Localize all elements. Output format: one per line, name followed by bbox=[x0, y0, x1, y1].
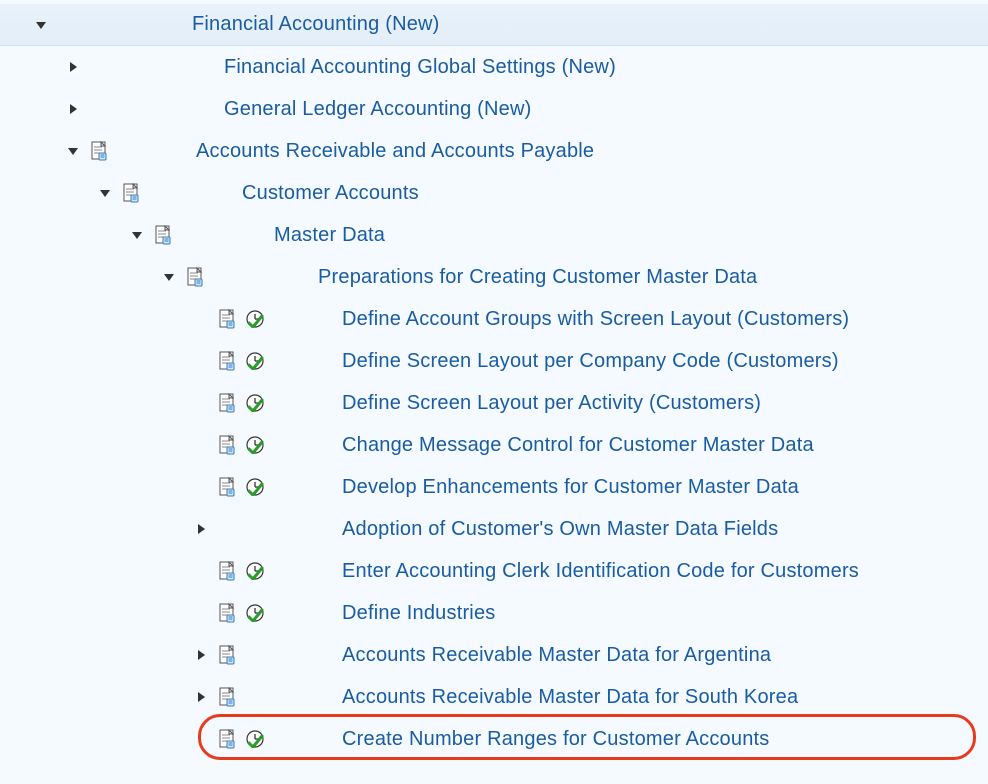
activity-clock-icon[interactable] bbox=[244, 392, 266, 414]
tree-node[interactable]: Adoption of Customer's Own Master Data F… bbox=[0, 508, 988, 550]
tree-node[interactable]: Financial Accounting Global Settings (Ne… bbox=[0, 46, 988, 88]
activity-clock-icon bbox=[244, 518, 266, 540]
activity-clock-icon[interactable] bbox=[244, 350, 266, 372]
tree-node-label[interactable]: Master Data bbox=[274, 224, 385, 247]
expand-arrow-icon[interactable] bbox=[30, 14, 52, 36]
activity-clock-icon[interactable] bbox=[244, 560, 266, 582]
document-icon bbox=[216, 644, 238, 666]
document-icon bbox=[216, 308, 238, 330]
expand-arrow-icon bbox=[190, 308, 212, 330]
tree-node[interactable]: Develop Enhancements for Customer Master… bbox=[0, 466, 988, 508]
tree-node-label[interactable]: Customer Accounts bbox=[242, 182, 419, 205]
expand-arrow-icon bbox=[190, 476, 212, 498]
tree-node-label[interactable]: Adoption of Customer's Own Master Data F… bbox=[342, 518, 778, 541]
tree-node[interactable]: General Ledger Accounting (New) bbox=[0, 88, 988, 130]
tree-node[interactable]: Change Message Control for Customer Mast… bbox=[0, 424, 988, 466]
document-icon bbox=[216, 476, 238, 498]
tree-node-label[interactable]: Define Screen Layout per Company Code (C… bbox=[342, 350, 839, 373]
tree-node-label[interactable]: Define Screen Layout per Activity (Custo… bbox=[342, 392, 761, 415]
tree-node-label[interactable]: Enter Accounting Clerk Identification Co… bbox=[342, 560, 859, 583]
tree-node[interactable]: Accounts Receivable Master Data for Arge… bbox=[0, 634, 988, 676]
activity-clock-icon bbox=[244, 686, 266, 708]
tree-node-label[interactable]: Preparations for Creating Customer Maste… bbox=[318, 266, 757, 289]
document-icon bbox=[120, 182, 142, 204]
tree-node[interactable]: Enter Accounting Clerk Identification Co… bbox=[0, 550, 988, 592]
tree-node[interactable]: Create Number Ranges for Customer Accoun… bbox=[0, 718, 988, 760]
expand-arrow-icon bbox=[190, 602, 212, 624]
document-icon bbox=[216, 518, 238, 540]
document-icon bbox=[216, 434, 238, 456]
expand-arrow-icon[interactable] bbox=[62, 140, 84, 162]
tree-node[interactable]: Master Data bbox=[0, 214, 988, 256]
tree-node[interactable]: Customer Accounts bbox=[0, 172, 988, 214]
expand-arrow-icon[interactable] bbox=[190, 518, 212, 540]
expand-arrow-icon[interactable] bbox=[94, 182, 116, 204]
tree-node-label[interactable]: Accounts Receivable Master Data for Arge… bbox=[342, 644, 771, 667]
expand-arrow-icon[interactable] bbox=[158, 266, 180, 288]
document-icon bbox=[216, 728, 238, 750]
document-icon bbox=[216, 602, 238, 624]
expand-arrow-icon bbox=[190, 434, 212, 456]
tree-node[interactable]: Define Screen Layout per Company Code (C… bbox=[0, 340, 988, 382]
tree-node-label[interactable]: Accounts Receivable Master Data for Sout… bbox=[342, 686, 798, 709]
tree-node-label[interactable]: Change Message Control for Customer Mast… bbox=[342, 434, 814, 457]
tree-node[interactable]: Define Screen Layout per Activity (Custo… bbox=[0, 382, 988, 424]
expand-arrow-icon bbox=[190, 728, 212, 750]
tree-node[interactable]: Define Industries bbox=[0, 592, 988, 634]
tree-node-label[interactable]: Create Number Ranges for Customer Accoun… bbox=[342, 728, 769, 751]
activity-clock-icon[interactable] bbox=[244, 308, 266, 330]
tree-node-label[interactable]: Define Industries bbox=[342, 602, 495, 625]
tree-node[interactable]: Accounts Receivable and Accounts Payable bbox=[0, 130, 988, 172]
expand-arrow-icon[interactable] bbox=[62, 56, 84, 78]
document-icon bbox=[216, 686, 238, 708]
activity-clock-icon bbox=[244, 644, 266, 666]
expand-arrow-icon bbox=[190, 560, 212, 582]
document-icon bbox=[152, 224, 174, 246]
img-tree: Financial Accounting (New) Financial Acc… bbox=[0, 0, 988, 784]
tree-node-label[interactable]: Financial Accounting (New) bbox=[192, 13, 440, 36]
document-icon bbox=[88, 140, 110, 162]
tree-node-label[interactable]: Accounts Receivable and Accounts Payable bbox=[196, 140, 594, 163]
tree-node[interactable]: Define Account Groups with Screen Layout… bbox=[0, 298, 988, 340]
expand-arrow-icon[interactable] bbox=[126, 224, 148, 246]
activity-clock-icon[interactable] bbox=[244, 602, 266, 624]
document-icon bbox=[184, 266, 206, 288]
tree-node-label[interactable]: Financial Accounting Global Settings (Ne… bbox=[224, 56, 616, 79]
tree-node[interactable]: Accounts Receivable Master Data for Sout… bbox=[0, 676, 988, 718]
expand-arrow-icon[interactable] bbox=[62, 98, 84, 120]
activity-clock-icon[interactable] bbox=[244, 728, 266, 750]
document-icon bbox=[216, 560, 238, 582]
tree-node-label[interactable]: General Ledger Accounting (New) bbox=[224, 98, 531, 121]
tree-node-root[interactable]: Financial Accounting (New) bbox=[0, 4, 988, 46]
expand-arrow-icon[interactable] bbox=[190, 644, 212, 666]
expand-arrow-icon[interactable] bbox=[190, 686, 212, 708]
tree-node-label[interactable]: Define Account Groups with Screen Layout… bbox=[342, 308, 849, 331]
expand-arrow-icon bbox=[190, 350, 212, 372]
expand-arrow-icon bbox=[190, 392, 212, 414]
tree-node-label[interactable]: Develop Enhancements for Customer Master… bbox=[342, 476, 799, 499]
document-icon bbox=[216, 350, 238, 372]
activity-clock-icon[interactable] bbox=[244, 434, 266, 456]
tree-node[interactable]: Preparations for Creating Customer Maste… bbox=[0, 256, 988, 298]
activity-clock-icon[interactable] bbox=[244, 476, 266, 498]
document-icon bbox=[216, 392, 238, 414]
